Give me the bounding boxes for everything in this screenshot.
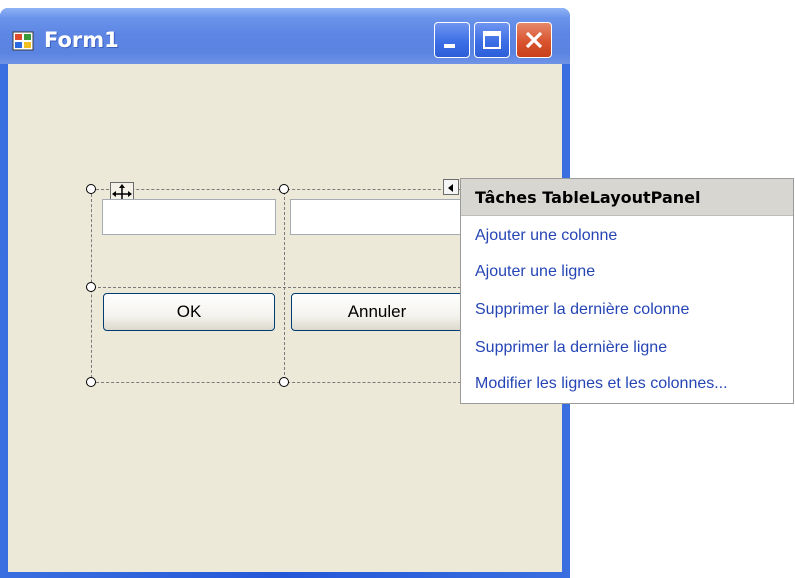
minimize-button[interactable] xyxy=(434,22,470,58)
resize-handle-bottom-center[interactable] xyxy=(279,377,289,387)
resize-handle-middle-left[interactable] xyxy=(86,282,96,292)
smart-tag-button[interactable] xyxy=(443,179,459,195)
add-row-link[interactable]: Ajouter une ligne xyxy=(475,263,595,281)
text-input-1[interactable] xyxy=(102,199,276,235)
smart-tag-icon xyxy=(448,184,453,192)
add-column-link[interactable]: Ajouter une colonne xyxy=(475,227,617,245)
app-icon xyxy=(12,31,34,51)
cancel-button[interactable]: Annuler xyxy=(291,293,463,331)
close-button[interactable] xyxy=(516,22,552,58)
resize-handle-top-center[interactable] xyxy=(279,184,289,194)
text-input-2[interactable] xyxy=(290,199,462,235)
smart-tag-header: Tâches TableLayoutPanel xyxy=(461,179,793,216)
minimize-icon xyxy=(444,44,455,48)
remove-last-column-link[interactable]: Supprimer la dernière colonne xyxy=(475,301,689,319)
maximize-icon xyxy=(483,31,501,49)
title-bar[interactable]: Form1 xyxy=(0,8,570,64)
maximize-button[interactable] xyxy=(474,22,510,58)
ok-button[interactable]: OK xyxy=(103,293,275,331)
resize-handle-bottom-left[interactable] xyxy=(86,377,96,387)
resize-handle-top-left[interactable] xyxy=(86,184,96,194)
edit-rows-columns-link[interactable]: Modifier les lignes et les colonnes... xyxy=(475,375,728,393)
column-divider xyxy=(284,192,285,380)
window-title: Form1 xyxy=(44,28,119,52)
row-divider xyxy=(93,287,461,288)
remove-last-row-link[interactable]: Supprimer la dernière ligne xyxy=(475,339,667,357)
close-icon xyxy=(525,31,543,49)
smart-tag-panel: Tâches TableLayoutPanel Ajouter une colo… xyxy=(460,178,794,404)
